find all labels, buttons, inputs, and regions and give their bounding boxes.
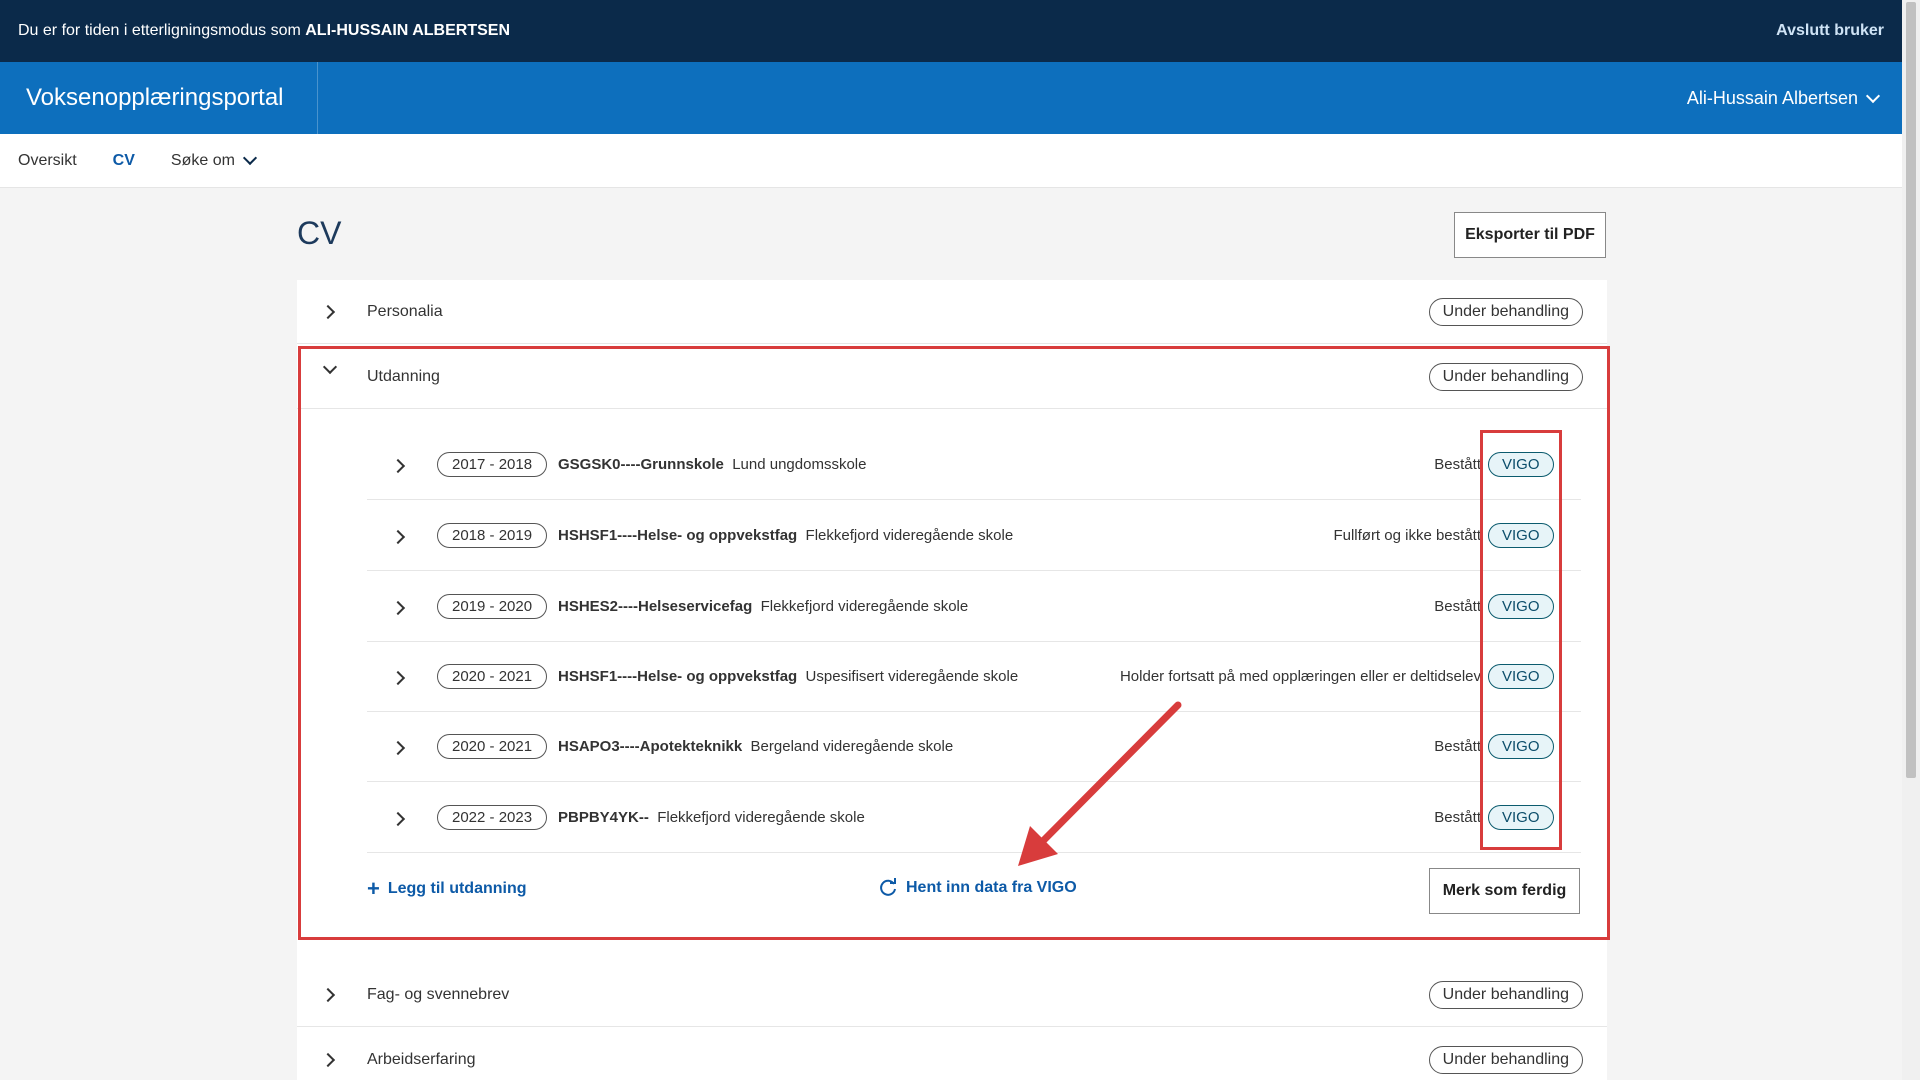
source-badge: VIGO [1488,523,1554,548]
plus-icon: + [367,876,380,901]
year-badge: 2018 - 2019 [437,523,548,548]
impersonation-prefix: Du er for tiden i etterligningsmodus som [18,22,301,39]
portal-title[interactable]: Voksenopplæringsportal [0,62,318,134]
status-badge: Under behandling [1428,297,1583,326]
page-title: CV [297,215,342,251]
education-code: PBPBY4YK-- Flekkefjord videregående skol… [558,809,865,826]
education-row[interactable]: 2020 - 2021 HSAPO3----Apotekteknikk Berg… [367,712,1581,782]
user-menu-name: Ali-Hussain Albertsen [1686,87,1858,108]
section-fag-og-svennebrev[interactable]: Fag- og svennebrev Under behandling [297,963,1607,1027]
chevron-right-icon [390,458,406,474]
source-badge: VIGO [1488,664,1554,689]
chevron-right-icon [320,987,336,1003]
status-badge: Under behandling [1428,1046,1583,1074]
chevron-right-icon [320,1052,336,1068]
year-badge: 2022 - 2023 [437,805,548,830]
education-code: HSHSF1----Helse- og oppvekstfag Uspesifi… [558,668,1019,685]
fetch-vigo-link[interactable]: Hent inn data fra VIGO [878,878,1077,898]
source-badge: VIGO [1488,805,1554,830]
year-badge: 2020 - 2021 [437,664,548,689]
education-result: Bestått [1434,598,1481,615]
education-result: Holder fortsatt på med opplæringen eller… [1119,668,1481,685]
section-utdanning[interactable]: Utdanning Under behandling [297,345,1607,409]
portal-header: Voksenopplæringsportal Ali-Hussain Alber… [0,62,1902,134]
education-row[interactable]: 2017 - 2018 GSGSK0----Grunnskole Lund un… [367,430,1581,500]
section-personalia[interactable]: Personalia Under behandling [297,280,1607,344]
add-education-link[interactable]: + Legg til utdanning [367,878,527,900]
user-menu[interactable]: Ali-Hussain Albertsen [1686,87,1881,109]
status-badge: Under behandling [1428,980,1583,1009]
impersonation-banner: Du er for tiden i etterligningsmodus som… [0,0,1902,62]
source-badge: VIGO [1488,594,1554,619]
chevron-right-icon [390,670,406,686]
nav-item-cv[interactable]: CV [113,152,135,170]
chevron-right-icon [390,529,406,545]
source-badge: VIGO [1488,452,1554,477]
education-row[interactable]: 2018 - 2019 HSHSF1----Helse- og oppvekst… [367,501,1581,571]
section-label: Arbeidserfaring [367,1051,476,1068]
education-result: Bestått [1434,456,1481,473]
nav-item-soke-om[interactable]: Søke om [170,150,257,170]
chevron-down-icon [1865,88,1881,103]
impersonation-message: Du er for tiden i etterligningsmodus som… [18,22,510,40]
education-code: HSHES2----Helseservicefag Flekkefjord vi… [558,598,969,615]
mark-done-button[interactable]: Merk som ferdig [1429,868,1580,914]
education-result: Bestått [1434,809,1481,826]
chevron-down-icon [322,359,338,375]
main-nav: Oversikt CV Søke om [0,134,1902,188]
education-code: HSHSF1----Helse- og oppvekstfag Flekkefj… [558,527,1014,544]
end-impersonation-link[interactable]: Avslutt bruker [1776,22,1884,40]
year-badge: 2017 - 2018 [437,452,548,477]
chevron-right-icon [390,740,406,756]
education-row[interactable]: 2019 - 2020 HSHES2----Helseservicefag Fl… [367,572,1581,642]
export-pdf-button[interactable]: Eksporter til PDF [1454,212,1606,258]
status-badge: Under behandling [1428,362,1583,391]
page-scrollbar[interactable] [1902,0,1920,1080]
year-badge: 2020 - 2021 [437,734,548,759]
add-education-label: Legg til utdanning [387,880,527,897]
chevron-right-icon [390,811,406,827]
section-label: Fag- og svennebrev [367,985,510,1003]
nav-item-oversikt[interactable]: Oversikt [18,152,77,170]
fetch-vigo-label: Hent inn data fra VIGO [906,879,1077,896]
nav-item-soke-om-label: Søke om [170,151,235,169]
education-row[interactable]: 2020 - 2021 HSHSF1----Helse- og oppvekst… [367,642,1581,712]
source-badge: VIGO [1488,734,1554,759]
year-badge: 2019 - 2020 [437,594,548,619]
chevron-right-icon [320,304,336,320]
scrollbar-thumb[interactable] [1906,2,1916,778]
education-code: GSGSK0----Grunnskole Lund ungdomsskole [558,456,867,473]
section-label: Utdanning [367,367,440,385]
education-code: HSAPO3----Apotekteknikk Bergeland videre… [558,738,954,755]
impersonated-user-name: ALI-HUSSAIN ALBERTSEN [305,22,510,39]
education-result: Bestått [1434,738,1481,755]
section-label: Personalia [367,302,443,320]
education-row[interactable]: 2022 - 2023 PBPBY4YK-- Flekkefjord vider… [367,783,1581,853]
education-result: Fullført og ikke bestått [1333,527,1481,544]
chevron-down-icon [242,150,257,166]
chevron-right-icon [390,600,406,616]
section-arbeidserfaring[interactable]: Arbeidserfaring Under behandling [297,1028,1607,1080]
refresh-icon [880,878,896,896]
